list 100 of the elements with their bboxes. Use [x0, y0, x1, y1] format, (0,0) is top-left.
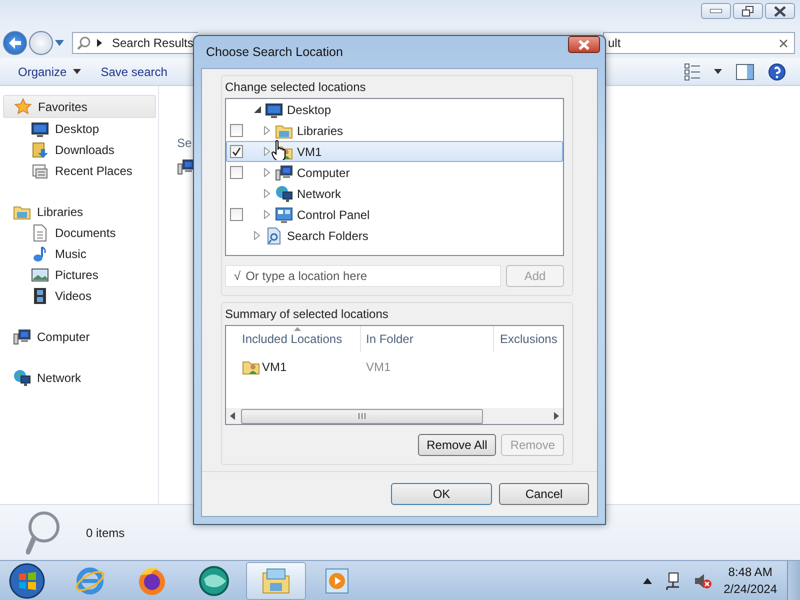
scroll-right-icon — [553, 412, 559, 420]
tree-item[interactable]: Computer — [226, 162, 563, 183]
scroll-left-icon — [230, 412, 236, 420]
dialog-button[interactable]: Remove All — [418, 434, 496, 456]
close-button[interactable] — [765, 3, 795, 19]
back-button[interactable] — [3, 31, 27, 55]
network-status-icon — [664, 572, 682, 590]
muted-speaker-icon — [694, 572, 712, 590]
picture-icon — [31, 266, 49, 284]
list-item[interactable]: VM1 — [226, 358, 361, 376]
collapse-arrow-icon — [254, 106, 260, 113]
show-hidden-icons-icon — [642, 578, 652, 584]
sidebar-item[interactable]: Music — [3, 243, 156, 264]
music-note-icon — [31, 244, 49, 262]
network-globe-icon — [13, 368, 31, 386]
download-folder-icon — [31, 140, 49, 158]
group-label: Change selected locations — [225, 80, 367, 94]
tree-item[interactable]: Desktop — [226, 99, 563, 120]
address-bar[interactable]: Search Results — [72, 32, 198, 54]
sidebar-item[interactable]: Network — [3, 367, 156, 388]
chevron-icon — [97, 39, 102, 47]
location-placeholder: Or type a location here — [246, 269, 367, 283]
close-icon — [774, 6, 786, 16]
content-heading: Se — [177, 136, 192, 150]
expand-arrow-icon — [264, 189, 270, 198]
horizontal-scrollbar[interactable] — [226, 408, 563, 424]
computer-icon — [13, 328, 31, 346]
sidebar-item[interactable]: Desktop — [3, 118, 156, 139]
preview-pane-icon — [736, 64, 754, 80]
expand-arrow-icon — [264, 126, 270, 135]
clock-date[interactable]: 2/24/2024 — [724, 580, 777, 598]
address-text: Search Results — [112, 36, 194, 50]
restore-button[interactable] — [733, 3, 763, 19]
location-field-prefix: √ — [234, 269, 241, 283]
column-header[interactable]: Exclusions — [494, 326, 582, 352]
checkbox[interactable] — [230, 124, 242, 137]
minimize-icon — [710, 9, 722, 13]
monitor-icon — [265, 100, 283, 118]
expand-arrow-icon — [254, 231, 260, 240]
document-icon — [31, 224, 49, 242]
tree-item[interactable]: Libraries — [226, 120, 563, 141]
sidebar-item[interactable]: Computer — [3, 326, 156, 347]
restore-icon — [742, 6, 754, 16]
minimize-button[interactable] — [701, 3, 731, 19]
sidebar-item[interactable]: Videos — [3, 285, 156, 306]
close-button[interactable] — [568, 36, 600, 53]
location-field[interactable]: √ Or type a location here — [225, 265, 501, 287]
close-icon — [578, 40, 590, 50]
item-count: 0 items — [86, 526, 125, 540]
monitor-icon — [31, 120, 49, 138]
globe-app-icon — [198, 564, 230, 596]
grip-icon — [358, 413, 366, 419]
search-icon — [77, 36, 91, 50]
check-icon — [232, 147, 240, 156]
sidebar-item[interactable]: Pictures — [3, 264, 156, 285]
film-icon — [31, 286, 49, 304]
expand-arrow-icon — [264, 210, 270, 219]
dialog-button[interactable]: OK — [391, 483, 492, 505]
tree-item[interactable]: VM1 — [226, 141, 563, 162]
tree-item[interactable]: Control Panel — [226, 204, 563, 225]
checkbox[interactable] — [230, 166, 242, 179]
clock-time[interactable]: 8:48 AM — [728, 564, 772, 580]
taskbar-app-button[interactable] — [246, 562, 306, 600]
sidebar-item[interactable]: Downloads — [3, 139, 156, 160]
windows-logo-icon — [8, 562, 46, 600]
column-header[interactable]: In Folder — [361, 326, 494, 352]
recent-places-icon — [31, 162, 49, 180]
sort-arrow-icon — [294, 327, 301, 331]
computer-icon — [275, 164, 293, 182]
caret-icon — [72, 69, 81, 74]
star-icon — [14, 98, 32, 116]
table-cell-text: VM1 — [365, 360, 391, 374]
caret-icon — [55, 40, 64, 46]
sidebar-item[interactable]: Documents — [3, 222, 156, 243]
checkbox[interactable] — [230, 145, 242, 158]
sidebar-item[interactable]: Recent Places — [3, 160, 156, 181]
dialog-button[interactable]: Cancel — [499, 483, 589, 505]
search-field[interactable]: ult — [603, 32, 795, 54]
dialog-title: Choose Search Location — [206, 45, 343, 59]
toolbar-button[interactable]: Organize — [8, 64, 91, 78]
expand-arrow-icon — [264, 147, 270, 156]
checkbox[interactable] — [230, 208, 242, 221]
sidebar-item[interactable]: Favorites — [3, 95, 156, 118]
expand-arrow-icon — [264, 168, 270, 177]
search-folder-icon — [265, 226, 283, 244]
tree-item[interactable]: Search Folders — [226, 225, 563, 246]
browser-e-icon — [74, 564, 106, 596]
tree-item[interactable]: Network — [226, 183, 563, 204]
caret-icon — [714, 69, 722, 74]
forward-button[interactable] — [29, 31, 53, 55]
control-panel-icon — [275, 206, 293, 224]
network-globe-icon — [275, 184, 293, 202]
clear-icon — [779, 38, 788, 48]
sidebar-item[interactable]: Libraries — [3, 201, 156, 222]
search-text: ult — [608, 36, 621, 50]
toolbar-button[interactable]: Save search — [90, 64, 178, 78]
back-arrow-icon — [8, 37, 22, 49]
group-label: Summary of selected locations — [225, 307, 390, 321]
help-icon — [768, 62, 786, 80]
column-header[interactable]: Included Locations — [226, 326, 361, 352]
